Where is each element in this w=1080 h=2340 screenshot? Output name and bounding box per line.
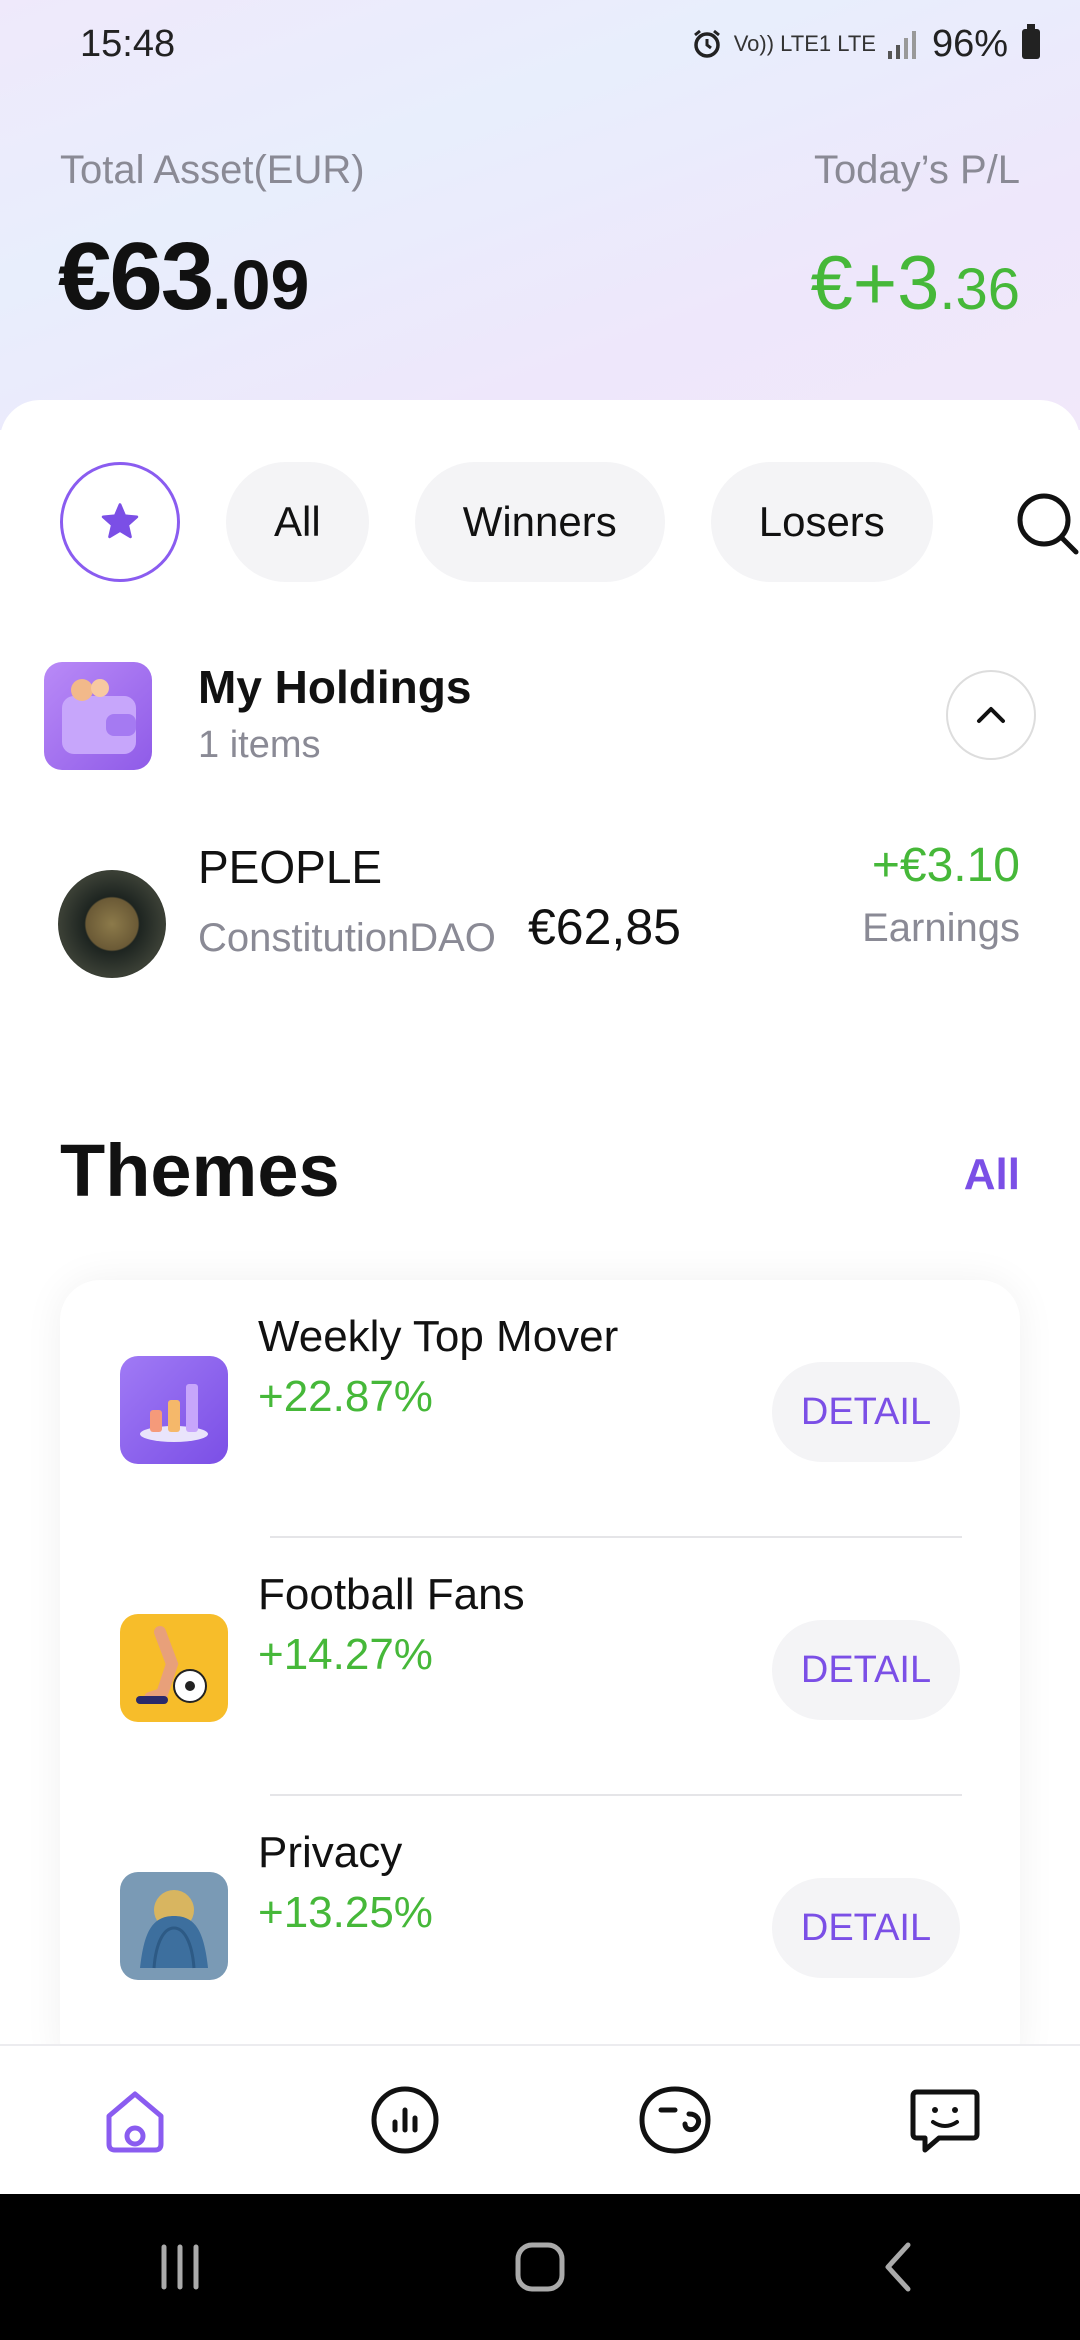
theme-change: +22.87% — [258, 1372, 433, 1421]
themes-title: Themes — [60, 1129, 340, 1212]
bar-chart-icon — [120, 1356, 228, 1464]
battery-level: 96% — [931, 22, 1008, 65]
chart-icon — [371, 2086, 439, 2154]
theme-detail-button[interactable]: DETAIL — [772, 1878, 960, 1978]
total-asset-value: €63.09 — [58, 223, 310, 330]
total-asset-label: Total Asset(EUR) — [60, 148, 365, 192]
filter-bar: All Winners Losers — [60, 462, 979, 582]
privacy-icon — [120, 1872, 228, 1980]
theme-name: Privacy — [258, 1828, 403, 1877]
star-icon — [101, 503, 139, 539]
nav-chat[interactable] — [900, 2075, 990, 2165]
favorites-filter-button[interactable] — [60, 462, 180, 582]
bottom-nav — [0, 2044, 1080, 2194]
coin-name: ConstitutionDAO — [198, 916, 496, 960]
theme-name: Weekly Top Mover — [258, 1312, 619, 1361]
theme-change: +13.25% — [258, 1888, 433, 1937]
nav-markets[interactable] — [360, 2075, 450, 2165]
alarm-icon — [693, 29, 720, 58]
recents-icon[interactable] — [150, 2237, 210, 2297]
coin-symbol: PEOPLE — [198, 841, 383, 893]
theme-row[interactable]: Privacy +13.25% DETAIL — [60, 1796, 1020, 2054]
holdings-title: My Holdings — [198, 661, 472, 713]
coin-earnings-label: Earnings — [862, 906, 1020, 950]
theme-detail-button[interactable]: DETAIL — [772, 1620, 960, 1720]
search-icon[interactable] — [1012, 488, 1080, 558]
signal-icon — [887, 31, 916, 59]
back-icon[interactable] — [870, 2237, 930, 2297]
network-indicator: Vo)) LTE1 LTE — [733, 31, 876, 56]
theme-row[interactable]: Football Fans +14.27% DETAIL — [60, 1538, 1020, 1796]
theme-change: +14.27% — [258, 1630, 433, 1679]
theme-name: Football Fans — [258, 1570, 525, 1619]
filter-losers[interactable]: Losers — [710, 462, 933, 582]
battery-icon — [1022, 24, 1040, 59]
chat-icon — [910, 2089, 980, 2153]
filter-winners[interactable]: Winners — [414, 462, 665, 582]
today-pl-label: Today’s P/L — [813, 148, 1020, 192]
today-pl-value: €+3.36 — [810, 241, 1020, 326]
filter-all[interactable]: All — [226, 462, 369, 582]
discover-icon — [639, 2086, 711, 2154]
holdings-collapse-button[interactable] — [946, 670, 1036, 760]
wallet-icon — [44, 662, 152, 770]
system-nav-bar — [0, 2194, 1080, 2340]
status-time: 15:48 — [80, 22, 176, 65]
coin-value: €62,85 — [528, 899, 681, 955]
coin-logo — [58, 870, 166, 978]
nav-home[interactable] — [90, 2075, 180, 2165]
home-button-icon[interactable] — [510, 2237, 570, 2297]
status-bar: 15:48 Vo)) LTE1 LTE 96% — [0, 0, 1080, 88]
theme-row[interactable]: Weekly Top Mover +22.87% DETAIL — [60, 1280, 1020, 1538]
themes-all-link[interactable]: All — [964, 1150, 1020, 1200]
coin-earnings: +€3.10 — [871, 839, 1020, 892]
home-icon — [106, 2091, 164, 2153]
football-icon — [120, 1614, 228, 1722]
nav-discover[interactable] — [630, 2075, 720, 2165]
chevron-up-icon — [977, 707, 1005, 723]
theme-detail-button[interactable]: DETAIL — [772, 1362, 960, 1462]
themes-card: Weekly Top Mover +22.87% DETAIL Football… — [60, 1280, 1020, 2080]
holdings-count: 1 items — [198, 724, 321, 766]
